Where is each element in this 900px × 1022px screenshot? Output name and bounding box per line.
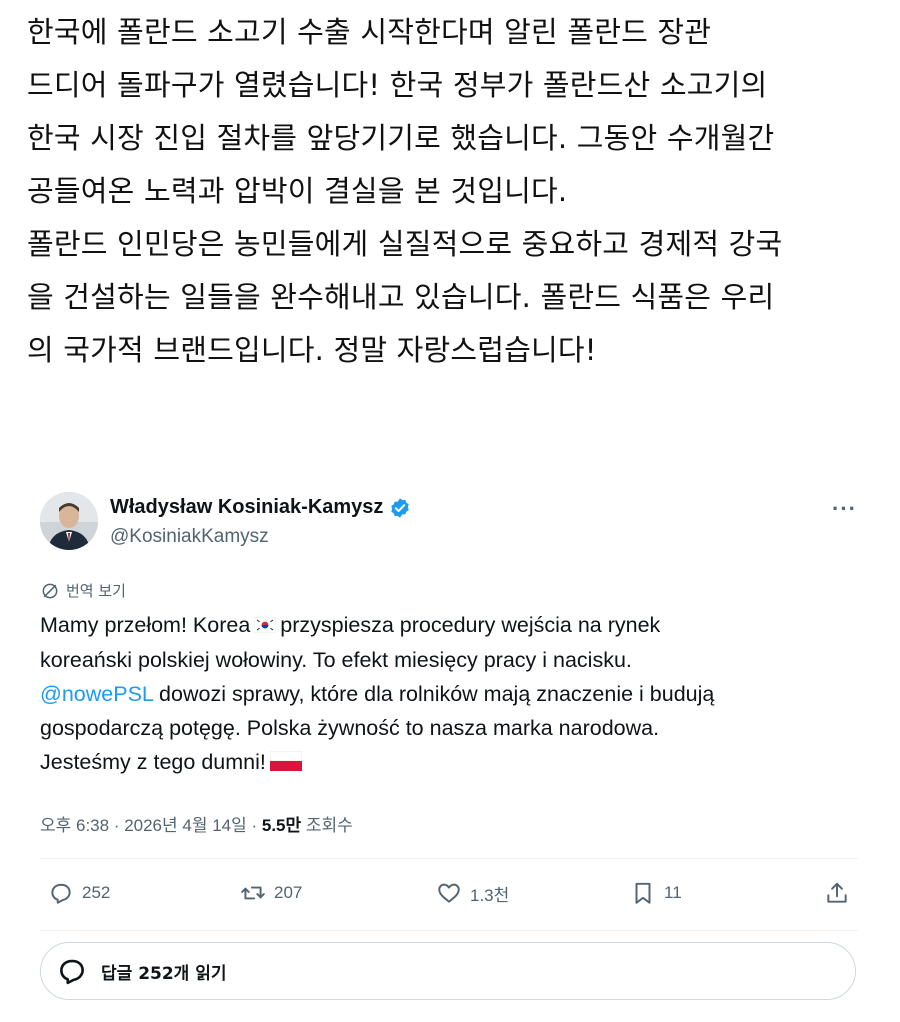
divider <box>40 858 858 859</box>
more-options-icon[interactable]: ··· <box>832 496 857 522</box>
heart-icon <box>438 883 460 903</box>
translate-icon <box>42 583 58 598</box>
poland-flag-icon <box>269 747 303 781</box>
bookmark-button[interactable]: 11 <box>630 880 682 906</box>
author-name[interactable]: Władysław Kosiniak-Kamysz <box>110 496 383 519</box>
view-count-label: 조회수 <box>301 816 353 835</box>
translate-label[interactable]: 번역 보기 <box>66 580 126 601</box>
south-korea-flag-icon <box>253 609 277 643</box>
caption-line: 폴란드 인민당은 농민들에게 실질적으로 중요하고 경제적 강국 <box>27 227 783 261</box>
repost-count: 207 <box>274 883 303 902</box>
share-button[interactable] <box>824 880 850 906</box>
tweet-timestamp[interactable]: 오후 6:38 · 2026년 4월 14일 · <box>40 816 262 835</box>
like-count: 1.3천 <box>470 885 510 905</box>
caption-line: 한국 시장 진입 절차를 앞당기기로 했습니다. 그동안 수개월간 <box>27 121 775 155</box>
like-button[interactable]: 1.3천 <box>436 880 509 906</box>
tweet-text-line: Jesteśmy z tego dumni! <box>40 745 860 780</box>
post-caption: 한국에 폴란드 소고기 수출 시작한다며 알린 폴란드 장관 드디어 돌파구가 … <box>27 6 887 377</box>
mention-link[interactable]: @nowePSL <box>40 682 153 706</box>
reply-bubble-icon <box>60 959 84 985</box>
avatar-portrait-icon <box>40 492 98 550</box>
divider <box>40 930 858 931</box>
tweet-text-segment: Mamy przełom! Korea <box>40 613 251 637</box>
caption-line: 공들여온 노력과 압박이 결실을 본 것입니다. <box>27 174 568 208</box>
caption-line: 의 국가적 브랜드입니다. 정말 자랑스럽습니다! <box>27 333 597 367</box>
repost-icon <box>241 886 265 900</box>
share-icon <box>827 882 847 903</box>
author-avatar[interactable] <box>40 492 98 550</box>
tweet-text-segment: dowozi sprawy, które dla rolników mają z… <box>153 682 715 707</box>
caption-line: 을 건설하는 일들을 완수해내고 있습니다. 폴란드 식품은 우리 <box>27 280 775 314</box>
tweet-text-line: gospodarczą potęgę. Polska żywność to na… <box>40 716 660 741</box>
verified-badge-icon <box>391 497 410 518</box>
author-name-row[interactable]: Władysław Kosiniak-Kamysz <box>110 496 411 519</box>
reply-count: 252 <box>82 883 111 902</box>
tweet-text-segment: przyspiesza procedury wejścia na rynek <box>280 613 661 637</box>
read-replies-button[interactable]: 답글 252개 읽기 <box>40 942 856 1000</box>
tweet-text-line: Mamy przełom! Korea przyspiesza procedury… <box>40 608 860 643</box>
caption-line: 드디어 돌파구가 열렸습니다! 한국 정부가 폴란드산 소고기의 <box>27 68 768 102</box>
bookmark-icon <box>635 882 651 904</box>
tweet-text-line: koreański polskiej wołowiny. To efekt mi… <box>40 648 632 673</box>
bookmark-count: 11 <box>664 883 682 902</box>
tweet-meta: 오후 6:38 · 2026년 4월 14일 · 5.5만 조회수 <box>40 811 353 836</box>
repost-button[interactable]: 207 <box>240 880 302 906</box>
tweet-text-line: @nowePSL dowozi sprawy, które dla rolnik… <box>40 677 860 711</box>
reply-button[interactable]: 252 <box>48 880 110 906</box>
caption-line: 한국에 폴란드 소고기 수출 시작한다며 알린 폴란드 장관 <box>27 15 712 49</box>
translate-link[interactable]: 번역 보기 <box>40 580 126 601</box>
read-replies-label[interactable]: 답글 252개 읽기 <box>101 959 227 984</box>
reply-icon <box>51 883 71 904</box>
author-handle[interactable]: @KosiniakKamysz <box>110 526 269 548</box>
tweet-text: Mamy przełom! Korea przyspiesza procedury… <box>40 608 860 781</box>
view-count: 5.5만 <box>261 816 302 835</box>
tweet-text-segment: Jesteśmy z tego dumni! <box>40 750 266 775</box>
